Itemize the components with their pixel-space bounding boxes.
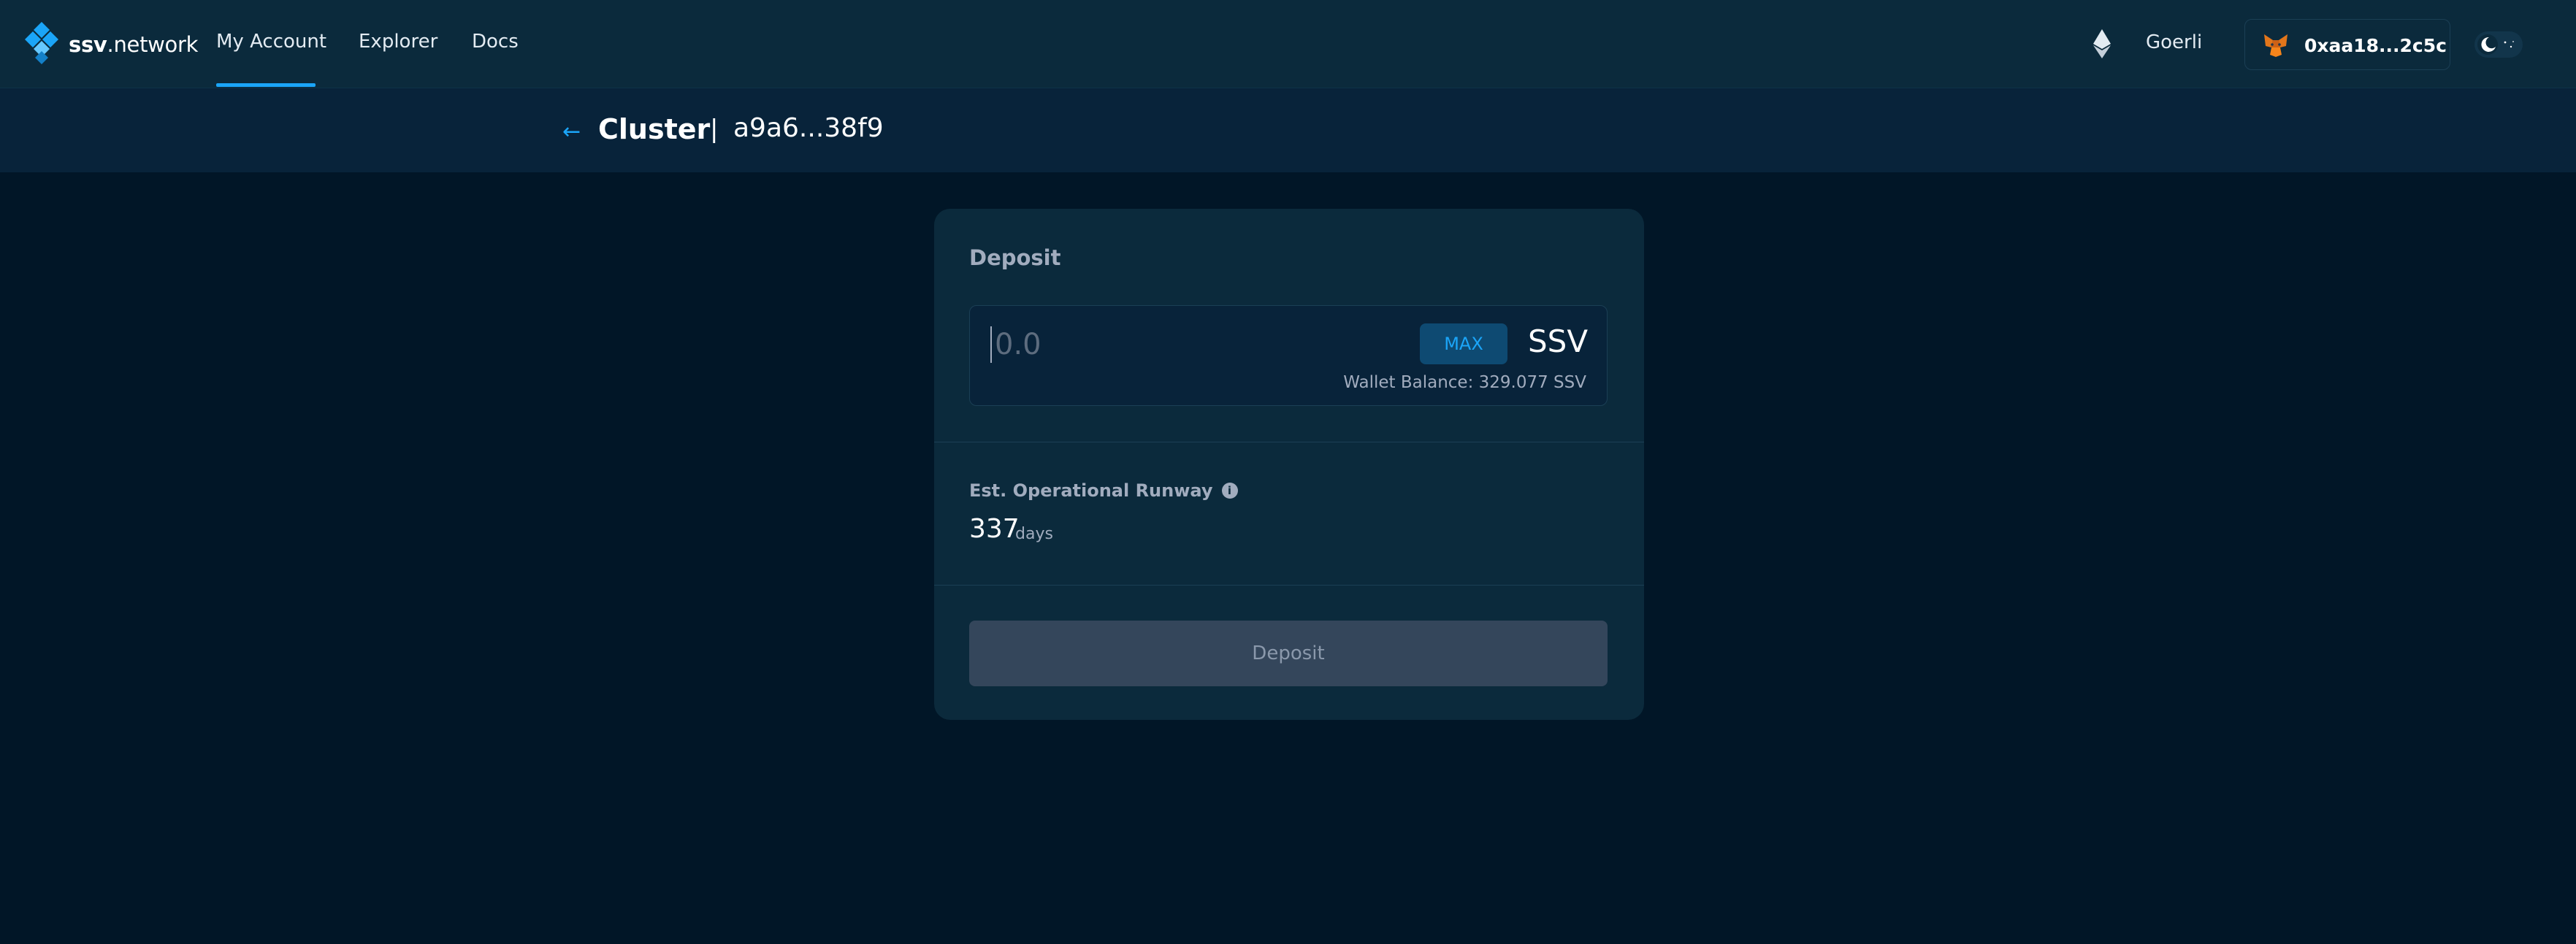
info-icon[interactable]: i — [1221, 483, 1238, 499]
network-label[interactable]: Goerli — [2146, 31, 2202, 53]
nav-docs[interactable]: Docs — [472, 31, 519, 53]
wallet-address: 0xaa18...2c5c — [2304, 35, 2447, 56]
top-nav-bar: ssv.network My Account Explorer Docs Goe… — [0, 0, 2576, 88]
runway-value: 337 — [969, 514, 1020, 544]
deposit-heading: Deposit — [969, 245, 1061, 270]
page-title: Cluster — [598, 113, 711, 145]
nav-active-indicator — [216, 83, 316, 87]
arrow-left-icon[interactable]: ← — [562, 119, 581, 145]
section-divider — [934, 585, 1644, 586]
nav-explorer[interactable]: Explorer — [359, 31, 437, 53]
deposit-card: Deposit MAX SSV Wallet Balance: 329.077 … — [934, 209, 1644, 720]
runway-label-row: Est. Operational Runway i — [969, 480, 1238, 501]
deposit-amount-input[interactable] — [990, 326, 1370, 363]
wallet-button[interactable]: 0xaa18...2c5c — [2244, 19, 2450, 70]
brand-name: ssv.network — [69, 32, 199, 57]
theme-toggle[interactable] — [2474, 31, 2523, 58]
wallet-balance: Wallet Balance: 329.077 SSV — [1343, 373, 1586, 392]
ssv-logo-icon — [25, 22, 58, 64]
max-button[interactable]: MAX — [1420, 323, 1507, 364]
token-label: SSV — [1528, 323, 1589, 359]
title-separator: | — [710, 115, 719, 144]
runway-unit: days — [1015, 525, 1053, 543]
nav-my-account[interactable]: My Account — [216, 31, 326, 53]
page-header — [0, 88, 2576, 172]
runway-label: Est. Operational Runway — [969, 480, 1213, 501]
deposit-amount-box: MAX SSV Wallet Balance: 329.077 SSV — [969, 305, 1608, 406]
ethereum-icon — [2093, 29, 2111, 58]
deposit-button[interactable]: Deposit — [969, 621, 1608, 686]
stars-icon — [2504, 41, 2514, 48]
ssv-logo[interactable]: ssv.network — [25, 22, 198, 67]
metamask-fox-icon — [2264, 34, 2288, 57]
moon-icon — [2481, 37, 2496, 52]
cluster-id: a9a6...38f9 — [733, 113, 884, 143]
